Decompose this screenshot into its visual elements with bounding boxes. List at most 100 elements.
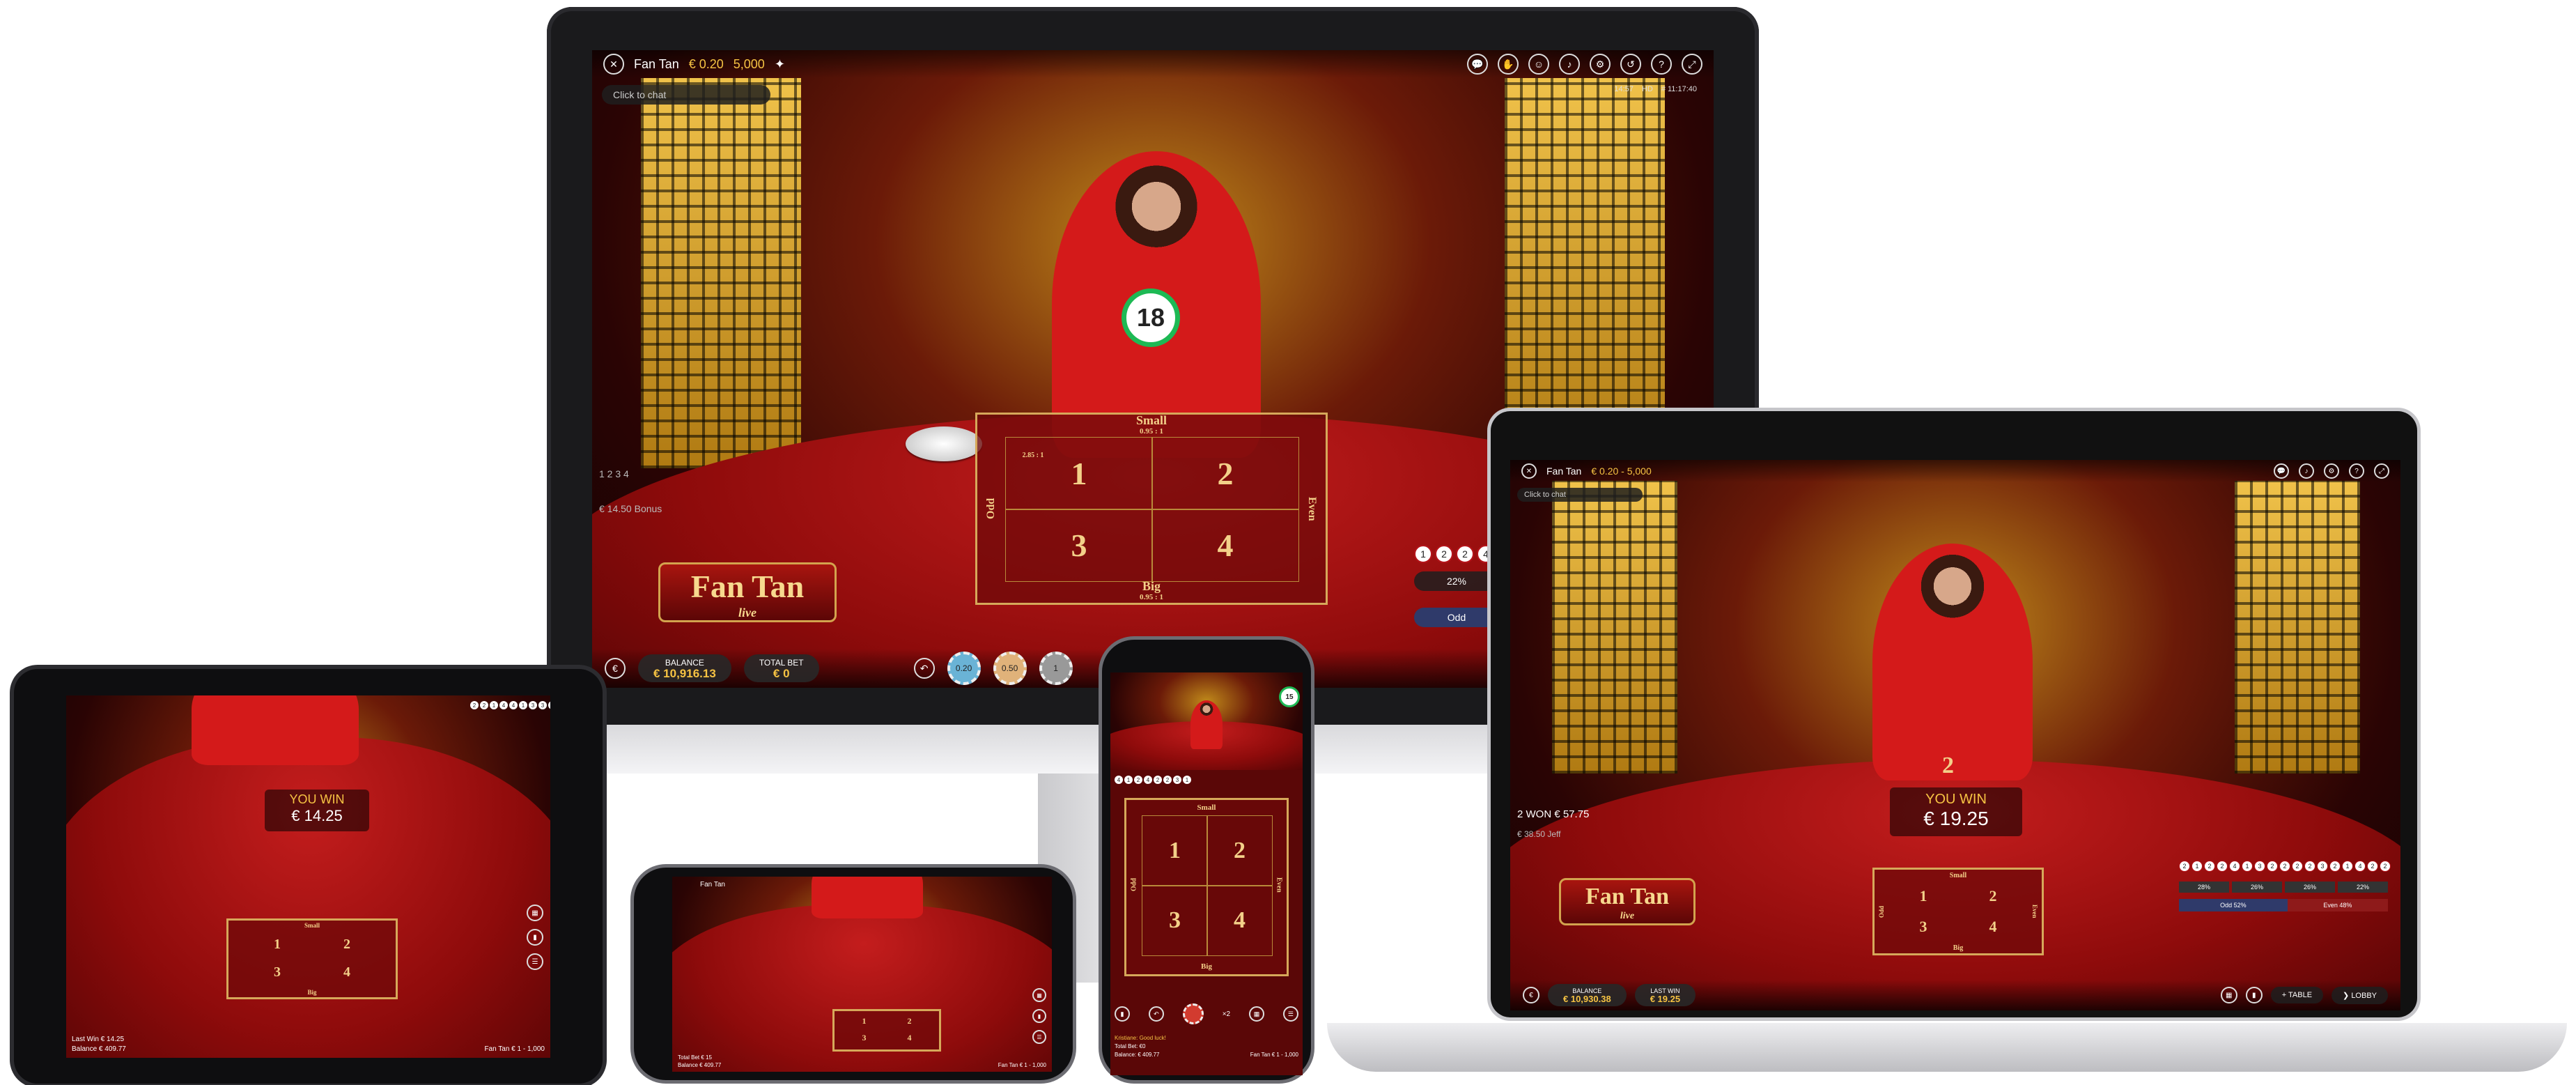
bet-cell-4[interactable]: 4 — [1958, 911, 2028, 942]
top-bar: ✕ Fan Tan € 0.20 5,000 ✦ 💬 ✋ ☺ ♪ ⚙ ↺ ? ⤢ — [592, 50, 1714, 78]
lobby-button[interactable]: ❯ LOBBY — [2331, 986, 2388, 1004]
bet-cell-4[interactable]: 4 — [1206, 885, 1273, 956]
bet-cell-1[interactable]: 1 — [841, 1013, 887, 1029]
bet-odd[interactable]: Odd — [977, 437, 1005, 580]
history-icon[interactable]: ↺ — [1620, 54, 1641, 75]
chip-0-50[interactable]: 0.50 — [993, 652, 1027, 685]
bet-even[interactable]: Even — [2028, 881, 2042, 942]
bet-odd[interactable]: Odd — [1875, 881, 1888, 942]
selected-chip[interactable] — [1182, 1003, 1204, 1024]
history-item: 1 — [1183, 776, 1191, 784]
gear-icon[interactable]: ⚙ — [1590, 54, 1611, 75]
close-icon[interactable]: ✕ — [1521, 463, 1537, 479]
volume-icon[interactable]: ♪ — [2299, 463, 2314, 479]
double-button[interactable]: ×2 — [1223, 1010, 1230, 1018]
currency-icon: € — [605, 658, 626, 679]
bet-cell-1[interactable]: 1 — [1888, 881, 1958, 911]
person-icon[interactable]: ☺ — [1528, 54, 1549, 75]
bet-cell-3[interactable]: 3 — [1005, 509, 1153, 582]
bet-big[interactable]: Big — [1126, 959, 1287, 974]
history-item: 2 — [480, 701, 488, 709]
bet-cell-3[interactable]: 3 — [1142, 885, 1208, 956]
chat-input[interactable]: Click to chat — [602, 85, 770, 105]
bet-cell-2[interactable]: 2 — [1151, 437, 1299, 510]
volume-icon[interactable]: ♪ — [1559, 54, 1580, 75]
chip-1[interactable]: 1 — [1039, 652, 1073, 685]
fullscreen-icon[interactable]: ⤢ — [2374, 463, 2389, 479]
history-item: 4 — [499, 701, 508, 709]
history-item: 1 — [1124, 776, 1133, 784]
history-item: 4 — [2354, 861, 2366, 872]
phone-portrait-screen: 15 4 1 2 4 2 2 3 1 Small Big Odd Even 1 … — [1110, 672, 1303, 1075]
gear-icon[interactable]: ⚙ — [2324, 463, 2339, 479]
bet-big[interactable]: Big — [1875, 942, 2042, 953]
stats-icon[interactable]: ▮ — [2245, 987, 2263, 1003]
chat-icon[interactable]: 💬 — [2274, 463, 2289, 479]
bet-small[interactable]: Small — [1875, 870, 2042, 881]
history-item: 4 — [1115, 776, 1123, 784]
round-id: # 11:17:40 — [1661, 85, 1697, 93]
balance-value: € 10,916.13 — [653, 667, 716, 680]
win-amount: € 14.25 — [291, 807, 343, 824]
stat-4: 22% — [2338, 882, 2388, 893]
small-label: Small — [1135, 413, 1167, 427]
menu-icon[interactable]: ☰ — [1282, 1006, 1298, 1022]
history-item: 2 — [2292, 861, 2303, 872]
bet-cell-2[interactable]: 2 — [1206, 815, 1273, 886]
bet-cell-2[interactable]: 2 — [312, 930, 382, 958]
hand-icon[interactable]: ✋ — [1498, 54, 1519, 75]
grid-icon[interactable]: ▦ — [527, 905, 543, 921]
bet-small[interactable]: Small — [228, 921, 396, 930]
undo-icon[interactable]: ↶ — [913, 658, 935, 679]
help-icon[interactable]: ? — [2349, 463, 2364, 479]
history-item: 2 — [2279, 861, 2290, 872]
betting-board: Small Big Odd Even 1 2 3 4 — [1872, 868, 2044, 955]
close-icon[interactable]: ✕ — [603, 54, 624, 75]
chat-icon[interactable]: 💬 — [1467, 54, 1488, 75]
undo-icon[interactable]: ↶ — [1148, 1006, 1164, 1022]
odd-button[interactable]: Odd — [1414, 608, 1499, 627]
stats-icon[interactable]: ▮ — [527, 929, 543, 946]
chat-input[interactable]: Click to chat — [1517, 488, 1643, 502]
fullscreen-icon[interactable]: ⤢ — [1682, 54, 1702, 75]
bet-even[interactable]: Even — [1271, 815, 1287, 955]
history-item: 2 — [1134, 776, 1142, 784]
bet-small[interactable]: Small 0.95 : 1 — [977, 413, 1326, 437]
bet-cell-3[interactable]: 3 — [841, 1029, 887, 1046]
bet-small[interactable]: Small — [1126, 800, 1287, 815]
stake-range: € 0.20 - 5,000 — [1591, 465, 1652, 477]
help-icon[interactable]: ? — [1651, 54, 1672, 75]
bet-cell-4[interactable]: 4 — [1151, 509, 1299, 582]
menu-icon[interactable]: ☰ — [1032, 1030, 1046, 1044]
table-button[interactable]: + TABLE — [2270, 987, 2324, 1003]
history-item: 2 — [2204, 861, 2215, 872]
chip-0-20[interactable]: 0.20 — [947, 652, 981, 685]
arrow-icon: ❯ — [2343, 991, 2352, 1000]
bet-cell-2[interactable]: 2 — [1958, 881, 2028, 911]
menu-icon[interactable]: ☰ — [527, 953, 543, 970]
last-win: Last Win € 14.25 — [72, 1036, 125, 1043]
bet-cell-3[interactable]: 3 — [1888, 911, 1958, 942]
result-ball: 18 — [1122, 288, 1180, 347]
bet-big[interactable]: Big — [228, 987, 396, 997]
bet-odd[interactable]: Odd — [1126, 815, 1142, 955]
bottom-bar: € BALANCE € 10,930.38 LAST WIN € 19.25 ▦… — [1510, 980, 2400, 1010]
stats-icon[interactable]: ▮ — [1032, 1009, 1046, 1023]
total-bet: Total Bet: €0 — [1115, 1043, 1146, 1049]
bet-cell-4[interactable]: 4 — [312, 958, 382, 986]
stats-icon[interactable]: ▮ — [1115, 1006, 1130, 1022]
bet-cell-3[interactable]: 3 — [242, 958, 312, 986]
quality-badge[interactable]: HD — [1642, 85, 1653, 93]
bet-cell-4[interactable]: 4 — [887, 1029, 932, 1046]
pin-icon[interactable]: ✦ — [775, 57, 785, 72]
bet-cell-1[interactable]: 1 — [1005, 437, 1153, 510]
bet-cell-2[interactable]: 2 — [887, 1013, 932, 1029]
grid-icon[interactable]: ▦ — [1032, 988, 1046, 1002]
bet-cell-1[interactable]: 1 — [242, 930, 312, 958]
grid-icon[interactable]: ▦ — [2220, 987, 2237, 1003]
last-win-display: LAST WIN € 19.25 — [1634, 984, 1696, 1006]
grid-icon[interactable]: ▦ — [1249, 1006, 1265, 1022]
bet-cell-1[interactable]: 1 — [1142, 815, 1208, 886]
bet-even[interactable]: Even — [1298, 437, 1326, 580]
bet-big[interactable]: Big 0.95 : 1 — [977, 580, 1326, 603]
